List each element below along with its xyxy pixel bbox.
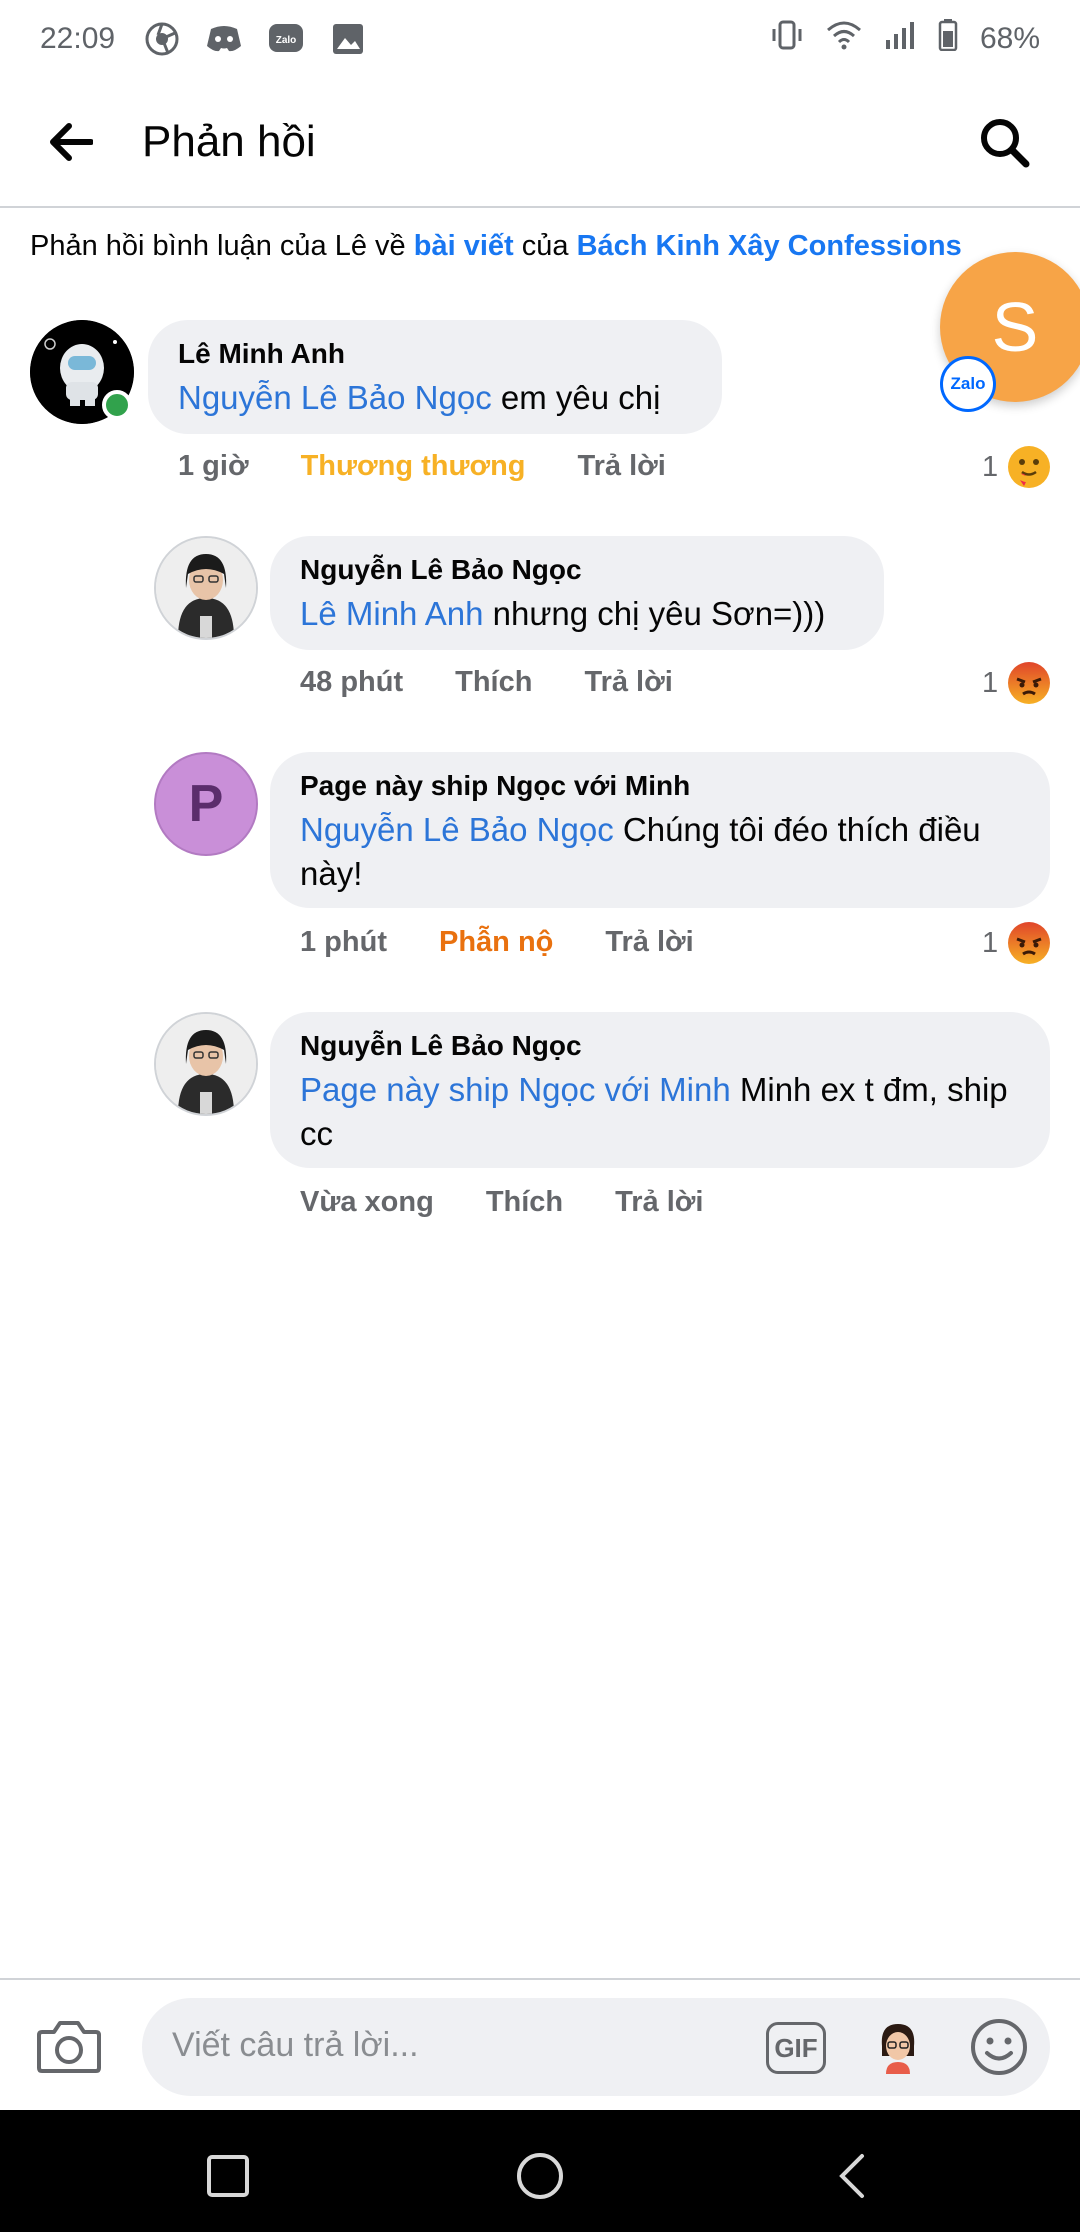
comment-author[interactable]: Page này ship Ngọc với Minh bbox=[300, 770, 1020, 802]
mention-link[interactable]: Nguyễn Lê Bảo Ngọc bbox=[300, 811, 614, 848]
emoji-button[interactable] bbox=[970, 2018, 1028, 2076]
post-link[interactable]: bài viết bbox=[414, 230, 514, 262]
comment-author[interactable]: Lê Minh Anh bbox=[178, 338, 692, 370]
vibrate-icon bbox=[770, 18, 804, 60]
search-icon bbox=[981, 119, 1030, 168]
reply-button[interactable]: Trả lời bbox=[584, 666, 672, 699]
care-reaction-icon bbox=[1008, 446, 1051, 488]
comment-author[interactable]: Nguyễn Lê Bảo Ngọc bbox=[300, 1030, 1020, 1062]
react-button[interactable]: Phẫn nộ bbox=[439, 926, 553, 959]
like-button[interactable]: Thích bbox=[486, 1186, 563, 1219]
comment-body: em yêu chị bbox=[491, 379, 661, 416]
status-bar: 22:09 Zalo 68% bbox=[0, 0, 1080, 78]
comment-time: 1 phút bbox=[300, 926, 387, 958]
recent-apps-button[interactable] bbox=[198, 2146, 258, 2206]
comment-body: nhưng chị yêu Sơn=))) bbox=[483, 595, 826, 632]
reply-composer: Viết câu trả lời... GIF bbox=[0, 1978, 1080, 2110]
reply-placeholder: Viết câu trả lời... bbox=[172, 2026, 419, 2064]
comment-text: Lê Minh Anh nhưng chị yêu Sơn=))) bbox=[300, 592, 854, 636]
reaction-summary[interactable]: 1 bbox=[982, 444, 1052, 490]
wifi-icon bbox=[826, 20, 862, 58]
comment-bubble[interactable]: Lê Minh Anh Nguyễn Lê Bảo Ngọc em yêu ch… bbox=[148, 320, 722, 434]
online-status-indicator bbox=[102, 390, 132, 420]
zalo-badge: Zalo bbox=[940, 356, 996, 412]
avatar-sticker-button[interactable] bbox=[868, 2016, 928, 2076]
system-navigation-bar bbox=[0, 2110, 1080, 2232]
avatar[interactable] bbox=[154, 536, 258, 640]
reaction-count: 1 bbox=[982, 666, 999, 699]
comment-author[interactable]: Nguyễn Lê Bảo Ngọc bbox=[300, 554, 854, 586]
comment-time: 48 phút bbox=[300, 666, 404, 698]
page-title: Phản hồi bbox=[142, 117, 316, 166]
status-time: 22:09 bbox=[40, 22, 116, 55]
smiley-icon bbox=[971, 2019, 1027, 2075]
avatar[interactable] bbox=[154, 1012, 258, 1116]
comment-actions: 48 phút Thích Trả lời bbox=[300, 666, 725, 699]
comment-time: 1 giờ bbox=[178, 450, 249, 482]
comment-actions: 1 phút Phẫn nộ Trả lời bbox=[300, 926, 746, 959]
zalo-badge-label: Zalo bbox=[950, 374, 986, 393]
reply-button[interactable]: Trả lời bbox=[605, 926, 693, 959]
app-header: Phản hồi bbox=[0, 78, 1080, 208]
chrome-like-icon bbox=[143, 20, 181, 58]
user-photo-icon bbox=[156, 538, 256, 638]
circle-icon bbox=[517, 2153, 563, 2199]
search-button[interactable] bbox=[964, 102, 1044, 182]
chat-head-initial: S bbox=[991, 288, 1039, 366]
avatar-sticker-icon bbox=[881, 2024, 915, 2074]
mention-link[interactable]: Page này ship Ngọc với Minh bbox=[300, 1071, 731, 1108]
home-button[interactable] bbox=[510, 2146, 570, 2206]
gif-label: GIF bbox=[774, 2032, 818, 2063]
context-prefix: Phản hồi bình luận của Lê về bbox=[30, 230, 414, 262]
reply-input[interactable]: Viết câu trả lời... GIF bbox=[142, 1998, 1050, 2096]
comment-bubble[interactable]: Nguyễn Lê Bảo Ngọc Page này ship Ngọc vớ… bbox=[270, 1012, 1050, 1168]
reaction-summary[interactable]: 1 bbox=[982, 920, 1052, 966]
camera-icon bbox=[37, 2021, 101, 2073]
zalo-icon-text: Zalo bbox=[276, 35, 297, 46]
zalo-icon: Zalo bbox=[267, 20, 305, 58]
page-avatar[interactable]: P bbox=[154, 752, 258, 856]
comment-text: Nguyễn Lê Bảo Ngọc em yêu chị bbox=[178, 376, 692, 420]
mention-link[interactable]: Nguyễn Lê Bảo Ngọc bbox=[178, 379, 492, 416]
back-button[interactable] bbox=[30, 102, 110, 182]
comment-actions: 1 giờ Thương thương Trả lời bbox=[178, 450, 718, 483]
comment-actions: Vừa xong Thích Trả lời bbox=[300, 1186, 755, 1219]
mention-link[interactable]: Lê Minh Anh bbox=[300, 595, 483, 632]
square-icon bbox=[207, 2155, 249, 2197]
back-nav-button[interactable] bbox=[822, 2146, 882, 2206]
comment-text: Page này ship Ngọc với Minh Minh ex t đm… bbox=[300, 1068, 1020, 1156]
comment-time: Vừa xong bbox=[300, 1186, 434, 1218]
comment-text: Nguyễn Lê Bảo Ngọc Chúng tôi đéo thích đ… bbox=[300, 808, 1020, 896]
gallery-icon bbox=[329, 20, 367, 58]
reaction-count: 1 bbox=[982, 926, 999, 959]
page-link[interactable]: Bách Kinh Xây Confessions bbox=[577, 230, 962, 262]
react-button[interactable]: Thương thương bbox=[301, 450, 526, 483]
comment-bubble[interactable]: Nguyễn Lê Bảo Ngọc Lê Minh Anh nhưng chị… bbox=[270, 536, 884, 650]
camera-button[interactable] bbox=[36, 2018, 102, 2074]
battery-icon bbox=[938, 19, 958, 59]
signal-icon bbox=[884, 20, 916, 58]
like-button[interactable]: Thích bbox=[455, 666, 532, 699]
back-arrow-icon bbox=[50, 123, 93, 161]
chevron-left-icon bbox=[839, 2154, 864, 2198]
user-photo-icon bbox=[156, 1014, 256, 1114]
angry-reaction-icon bbox=[1008, 662, 1051, 704]
battery-percent: 68% bbox=[979, 22, 1040, 55]
reaction-count: 1 bbox=[982, 450, 999, 483]
context-middle: của bbox=[513, 230, 577, 262]
reaction-summary[interactable]: 1 bbox=[982, 660, 1052, 706]
reply-context: Phản hồi bình luận của Lê về bài viết củ… bbox=[30, 230, 962, 263]
reply-button[interactable]: Trả lời bbox=[578, 450, 666, 483]
angry-reaction-icon bbox=[1008, 922, 1051, 964]
reply-button[interactable]: Trả lời bbox=[615, 1186, 703, 1219]
discord-icon bbox=[205, 20, 243, 58]
comment-bubble[interactable]: Page này ship Ngọc với Minh Nguyễn Lê Bả… bbox=[270, 752, 1050, 908]
avatar-letter: P bbox=[188, 775, 224, 833]
gif-button[interactable]: GIF bbox=[766, 2022, 826, 2074]
